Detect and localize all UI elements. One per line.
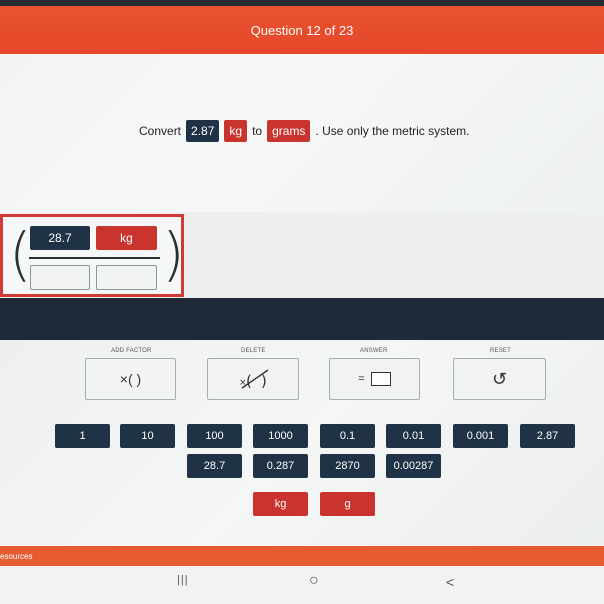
equation-workspace[interactable]: ( 28.7 kg ): [0, 214, 185, 297]
fraction-line: [29, 257, 160, 259]
answer-label: ANSWER: [360, 348, 388, 354]
question-area: Convert 2.87 kg to grams . Use only the …: [0, 54, 604, 212]
value-tile[interactable]: 1: [55, 424, 110, 448]
left-paren: (: [9, 220, 32, 288]
value-tile[interactable]: 2.87: [520, 424, 575, 448]
value-tile[interactable]: 100: [187, 424, 242, 448]
divider-band: [0, 298, 604, 340]
answer-button[interactable]: =: [329, 358, 420, 400]
answer-box-icon: [370, 372, 391, 386]
value-tile[interactable]: 0.00287: [386, 454, 441, 478]
answer-equals: =: [358, 373, 365, 385]
prompt-lead: Convert: [139, 124, 182, 138]
value-tile[interactable]: 0.001: [453, 424, 508, 448]
add-factor-button[interactable]: ×( ): [85, 358, 176, 400]
denominator-value-slot[interactable]: [30, 265, 90, 290]
value-tile[interactable]: 0.287: [253, 454, 308, 478]
numerator-unit-tile[interactable]: kg: [96, 226, 157, 250]
value-tile[interactable]: 0.1: [320, 424, 375, 448]
add-factor-label: ADD FACTOR: [111, 348, 152, 354]
delete-label: DELETE: [241, 348, 266, 354]
back-icon[interactable]: <: [446, 574, 454, 590]
delete-button[interactable]: × ( ): [207, 358, 299, 400]
prompt-tail: . Use only the metric system.: [315, 124, 470, 138]
value-tile[interactable]: 10: [120, 424, 175, 448]
header-bar: Question 12 of 23: [0, 6, 604, 54]
unit-tile[interactable]: g: [320, 492, 375, 516]
value-tile[interactable]: 2870: [320, 454, 375, 478]
home-icon[interactable]: ○: [309, 572, 319, 590]
add-factor-icon: ×( ): [119, 371, 142, 387]
delete-factor-icon: × ( ): [239, 369, 269, 390]
prompt-connector: to: [252, 124, 263, 138]
given-value-chip: 2.87: [186, 120, 220, 142]
system-nav-bar: ||| ○ <: [0, 566, 604, 604]
question-counter: Question 12 of 23: [250, 22, 354, 38]
question-prompt: Convert 2.87 kg to grams . Use only the …: [139, 120, 469, 142]
unit-tile[interactable]: kg: [253, 492, 308, 516]
reset-icon: ↺: [491, 368, 508, 389]
denominator-unit-slot[interactable]: [96, 265, 157, 290]
given-unit-chip: kg: [224, 120, 248, 142]
value-tile[interactable]: 0.01: [386, 424, 441, 448]
tools-panel: ADD FACTOR DELETE ANSWER RESET ×( ) × ( …: [0, 340, 604, 546]
value-tile[interactable]: 28.7: [187, 454, 242, 478]
recent-apps-icon[interactable]: |||: [177, 574, 189, 586]
reset-label: RESET: [490, 348, 512, 354]
reset-button[interactable]: ↺: [453, 358, 546, 400]
right-paren: ): [162, 220, 185, 288]
target-unit-chip: grams: [267, 120, 311, 142]
value-tile[interactable]: 1000: [253, 424, 308, 448]
resources-label: esources: [0, 551, 33, 561]
resources-bar[interactable]: esources: [0, 546, 604, 566]
numerator-value-tile[interactable]: 28.7: [30, 226, 90, 250]
